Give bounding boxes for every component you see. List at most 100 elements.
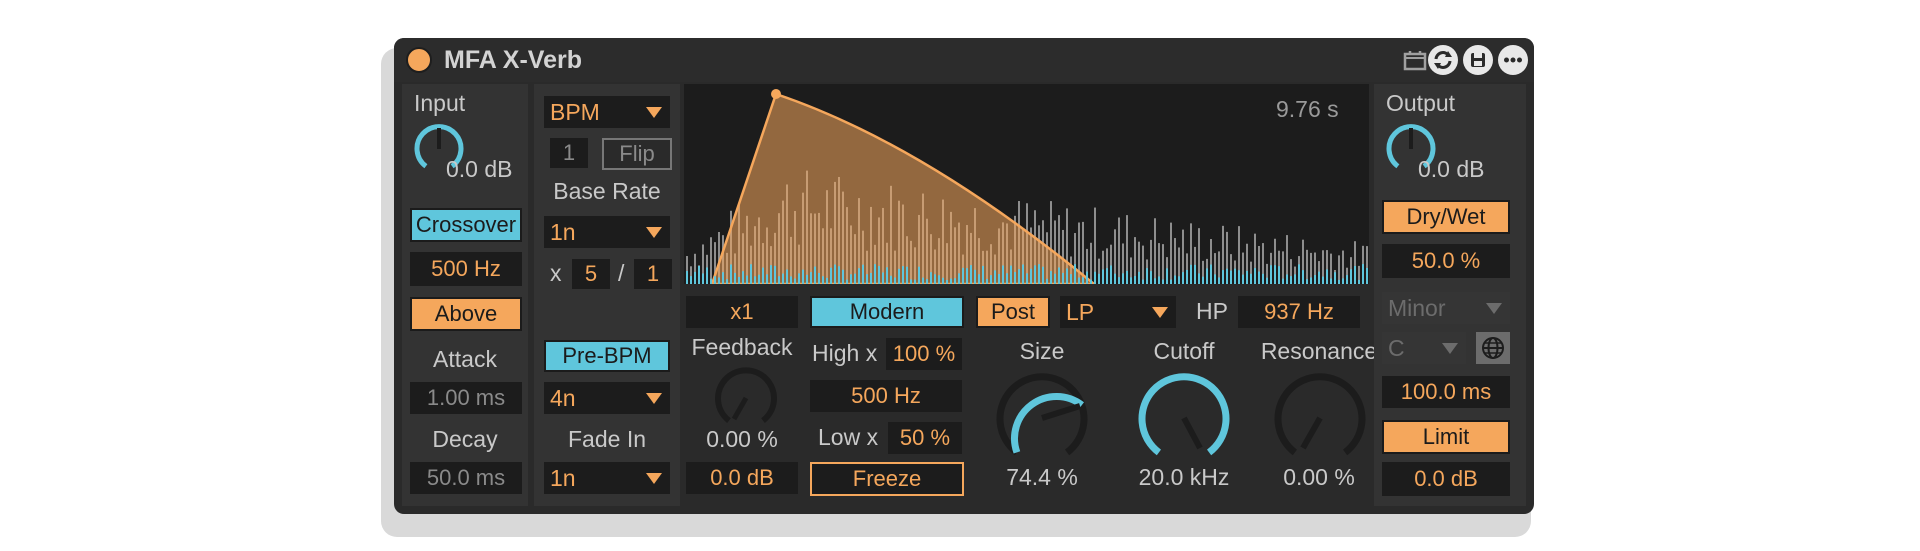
waveform-wet-bar <box>1022 264 1024 284</box>
attack-value[interactable]: 1.00 ms <box>410 382 522 414</box>
waveform-wet-bar <box>1162 279 1164 284</box>
flip-button[interactable]: Flip <box>602 138 672 170</box>
post-button[interactable]: Post <box>976 296 1050 328</box>
dry-wet-button[interactable]: Dry/Wet <box>1382 200 1510 234</box>
mode-freq-field[interactable]: 500 Hz <box>810 380 962 412</box>
waveform-bar <box>1338 255 1340 284</box>
waveform-wet-bar <box>894 277 896 284</box>
waveform-wet-bar <box>1054 273 1056 284</box>
freeze-button[interactable]: Freeze <box>810 462 964 496</box>
hp-freq-field[interactable]: 937 Hz <box>1238 296 1360 328</box>
rate-count-field[interactable]: 1 <box>550 138 588 168</box>
waveform-wet-bar <box>842 269 844 284</box>
mult-separator: / <box>618 260 625 286</box>
waveform-wet-bar <box>1102 269 1104 284</box>
waveform-wet-bar <box>1318 271 1320 284</box>
feedback-knob[interactable] <box>712 364 780 432</box>
limit-button[interactable]: Limit <box>1382 420 1510 454</box>
filter-type-dropdown[interactable]: LP <box>1060 296 1176 328</box>
decay-value[interactable]: 50.0 ms <box>410 462 522 494</box>
chevron-down-icon <box>646 107 662 118</box>
key-dropdown[interactable]: C <box>1382 332 1466 364</box>
waveform-wet-bar <box>1294 274 1296 284</box>
waveform-wet-bar <box>866 274 868 284</box>
waveform-wet-bar <box>766 274 768 284</box>
waveform-wet-bar <box>1178 276 1180 284</box>
waveform-wet-bar <box>1126 270 1128 284</box>
output-label: Output <box>1386 90 1456 116</box>
waveform-wet-bar <box>1270 265 1272 284</box>
calendar-icon[interactable] <box>1400 45 1430 75</box>
more-icon[interactable] <box>1498 45 1528 75</box>
size-knob[interactable] <box>992 368 1092 468</box>
pre-bpm-button[interactable]: Pre-BPM <box>544 340 670 372</box>
mode-button[interactable]: Modern <box>810 296 964 328</box>
feedback-mult-field[interactable]: x1 <box>686 296 798 328</box>
fade-in-value: 1n <box>550 465 576 491</box>
waveform-wet-bar <box>1094 271 1096 284</box>
waveform-wet-bar <box>1254 268 1256 284</box>
globe-icon[interactable] <box>1476 332 1510 364</box>
waveform-wet-bar <box>1114 273 1116 284</box>
waveform-wet-bar <box>762 267 764 284</box>
device-titlebar: MFA X-Verb <box>394 38 1534 82</box>
waveform-wet-bar <box>1130 277 1132 284</box>
waveform-wet-bar <box>1338 279 1340 284</box>
waveform-wet-bar <box>1122 273 1124 284</box>
waveform-wet-bar <box>734 272 736 284</box>
crossover-button[interactable]: Crossover <box>410 208 522 242</box>
waveform-wet-bar <box>810 272 812 284</box>
save-icon[interactable] <box>1463 45 1493 75</box>
waveform-wet-bar <box>1242 274 1244 284</box>
waveform-bar <box>1090 242 1092 284</box>
sync-mode-dropdown[interactable]: BPM <box>544 96 670 128</box>
mult-numerator-field[interactable]: 5 <box>572 259 610 289</box>
dry-wet-value[interactable]: 50.0 % <box>1382 244 1510 278</box>
waveform-wet-bar <box>698 265 700 284</box>
low-mult-field[interactable]: 50 % <box>888 422 962 454</box>
waveform-wet-bar <box>1174 275 1176 284</box>
crossover-mode-button[interactable]: Above <box>410 297 522 331</box>
feedback-gain-field[interactable]: 0.0 dB <box>686 462 798 494</box>
mult-prefix: x <box>550 260 562 286</box>
waveform-wet-bar <box>1086 271 1088 284</box>
waveform-wet-bar <box>878 266 880 284</box>
refresh-icon[interactable] <box>1428 45 1458 75</box>
pre-bpm-rate-value: 4n <box>550 385 576 411</box>
waveform-wet-bar <box>1158 276 1160 284</box>
waveform-wet-bar <box>1154 278 1156 284</box>
waveform-wet-bar <box>1118 277 1120 284</box>
chevron-down-icon <box>646 473 662 484</box>
waveform-wet-bar <box>1290 276 1292 284</box>
fade-in-label: Fade In <box>568 426 646 452</box>
waveform-wet-bar <box>1182 272 1184 284</box>
waveform-wet-bar <box>1002 265 1004 284</box>
fade-in-dropdown[interactable]: 1n <box>544 462 670 494</box>
waveform-wet-bar <box>1050 271 1052 284</box>
waveform-wet-bar <box>1306 279 1308 284</box>
high-mult-field[interactable]: 100 % <box>886 338 962 370</box>
waveform-wet-bar <box>830 267 832 284</box>
pre-bpm-rate-dropdown[interactable]: 4n <box>544 382 670 414</box>
resonance-knob[interactable] <box>1270 368 1370 468</box>
waveform-wet-bar <box>802 269 804 284</box>
waveform-wet-bar <box>1194 264 1196 284</box>
waveform-wet-bar <box>706 267 708 284</box>
waveform-wet-bar <box>934 274 936 284</box>
device-power-button[interactable] <box>406 47 432 73</box>
waveform-bar <box>1306 249 1308 284</box>
mult-denominator-field[interactable]: 1 <box>634 259 672 289</box>
waveform-wet-bar <box>846 279 848 284</box>
waveform-wet-bar <box>998 273 1000 284</box>
waveform-wet-bar <box>1026 273 1028 284</box>
base-rate-dropdown[interactable]: 1n <box>544 216 670 248</box>
waveform-wet-bar <box>890 275 892 284</box>
output-time-field[interactable]: 100.0 ms <box>1382 376 1510 408</box>
envelope-display[interactable]: 9.76 s <box>684 84 1369 286</box>
cutoff-knob[interactable] <box>1134 368 1234 468</box>
waveform-wet-bar <box>718 277 720 284</box>
scale-dropdown[interactable]: Minor <box>1382 292 1510 324</box>
crossover-freq[interactable]: 500 Hz <box>410 252 522 286</box>
limit-gain-field[interactable]: 0.0 dB <box>1382 462 1510 496</box>
chevron-down-icon <box>1486 303 1502 314</box>
